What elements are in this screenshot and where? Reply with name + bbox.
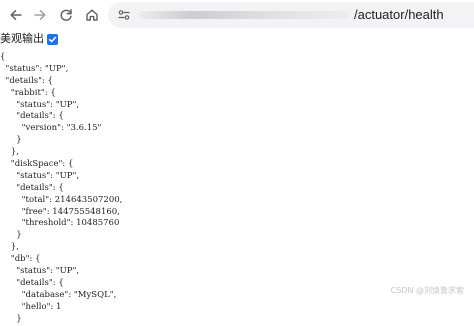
json-line: "threshold": 10485760 — [0, 218, 120, 229]
browser-toolbar: /actuator/health — [0, 0, 474, 30]
url-path: /actuator/health — [354, 7, 444, 22]
json-line: "status": "UP", — [0, 170, 80, 181]
json-line: "details": { — [0, 75, 53, 86]
json-line: } — [0, 313, 22, 324]
watermark: CSDN @刘焕鲁求索 — [390, 286, 464, 295]
site-info-icon[interactable] — [116, 7, 132, 23]
json-line: } — [0, 230, 22, 241]
json-line: "total": 214643507200, — [0, 194, 123, 205]
json-line: "rabbit": { — [0, 87, 56, 98]
json-line: "status": "UP", — [0, 99, 80, 110]
json-line: "status": "UP", — [0, 266, 80, 277]
json-line: "version": "3.6.15" — [0, 123, 102, 134]
forward-button[interactable] — [30, 5, 50, 25]
checkmark-icon — [48, 36, 57, 42]
url-host-redacted — [138, 11, 350, 19]
home-icon — [86, 9, 98, 21]
pretty-print-label: 美观输出 — [0, 32, 44, 45]
reload-icon — [60, 9, 72, 21]
back-button[interactable] — [6, 5, 26, 25]
json-line: "diskSpace": { — [0, 159, 74, 170]
json-line: "free": 144755548160, — [0, 206, 120, 217]
home-button[interactable] — [82, 5, 102, 25]
json-line: "status": "UP", — [0, 63, 69, 74]
json-line: }, — [0, 242, 19, 253]
json-line: "hello": 1 — [0, 301, 62, 312]
arrow-left-icon — [10, 10, 22, 20]
json-line: "db": { — [0, 254, 41, 265]
reload-button[interactable] — [56, 5, 76, 25]
json-line: "details": { — [0, 182, 64, 193]
json-line: }, — [0, 147, 19, 158]
pretty-print-toggle[interactable]: 美观输出 — [0, 31, 58, 47]
json-line: } — [0, 135, 22, 146]
arrow-right-icon — [34, 10, 46, 20]
json-line: "details": { — [0, 111, 64, 122]
pretty-print-checkbox[interactable] — [47, 33, 58, 45]
address-bar[interactable]: /actuator/health — [108, 2, 474, 28]
json-line: { — [0, 52, 6, 62]
